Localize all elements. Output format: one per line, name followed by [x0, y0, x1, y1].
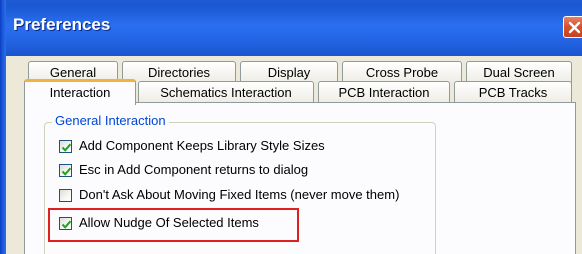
- tab-label: Schematics Interaction: [160, 85, 292, 100]
- checkbox[interactable]: [59, 164, 72, 177]
- tab-label: Display: [267, 65, 311, 80]
- checkbox-label: Don't Ask About Moving Fixed Items (neve…: [79, 187, 400, 202]
- tab-label: General: [49, 65, 97, 80]
- tab-label: Directories: [147, 65, 211, 80]
- window-title: Preferences: [13, 15, 111, 34]
- tab-label: Interaction: [49, 85, 111, 100]
- title-bar[interactable]: Preferences: [0, 0, 582, 56]
- checkmark-icon: [61, 167, 72, 176]
- checkbox[interactable]: [59, 140, 72, 153]
- checkbox-label: Add Component Keeps Library Style Sizes: [79, 138, 325, 153]
- close-icon: [568, 21, 581, 34]
- tab-label: PCB Interaction: [338, 85, 430, 100]
- tab-schematics-interaction[interactable]: Schematics Interaction: [138, 81, 314, 104]
- tab-label: Cross Probe: [365, 65, 439, 80]
- annotation-highlight-box: [48, 208, 299, 242]
- option-add-component-keeps-library-style-sizes[interactable]: Add Component Keeps Library Style Sizes: [59, 138, 369, 156]
- tab-pcb-interaction[interactable]: PCB Interaction: [318, 81, 450, 104]
- checkbox[interactable]: [59, 189, 72, 202]
- tab-interaction[interactable]: Interaction: [24, 79, 136, 105]
- group-label: General Interaction: [52, 113, 169, 128]
- checkmark-icon: [61, 143, 72, 152]
- tab-label: Dual Screen: [483, 65, 555, 80]
- close-button[interactable]: [563, 16, 582, 38]
- tab-pcb-tracks[interactable]: PCB Tracks: [454, 81, 572, 104]
- option-dont-ask-about-moving-fixed-items[interactable]: Don't Ask About Moving Fixed Items (neve…: [59, 187, 429, 205]
- preferences-window: Preferences General Directories Display …: [0, 0, 582, 254]
- tab-label: PCB Tracks: [478, 85, 548, 100]
- option-esc-in-add-component-returns-to-dialog[interactable]: Esc in Add Component returns to dialog: [59, 162, 369, 180]
- checkbox-label: Esc in Add Component returns to dialog: [79, 162, 309, 177]
